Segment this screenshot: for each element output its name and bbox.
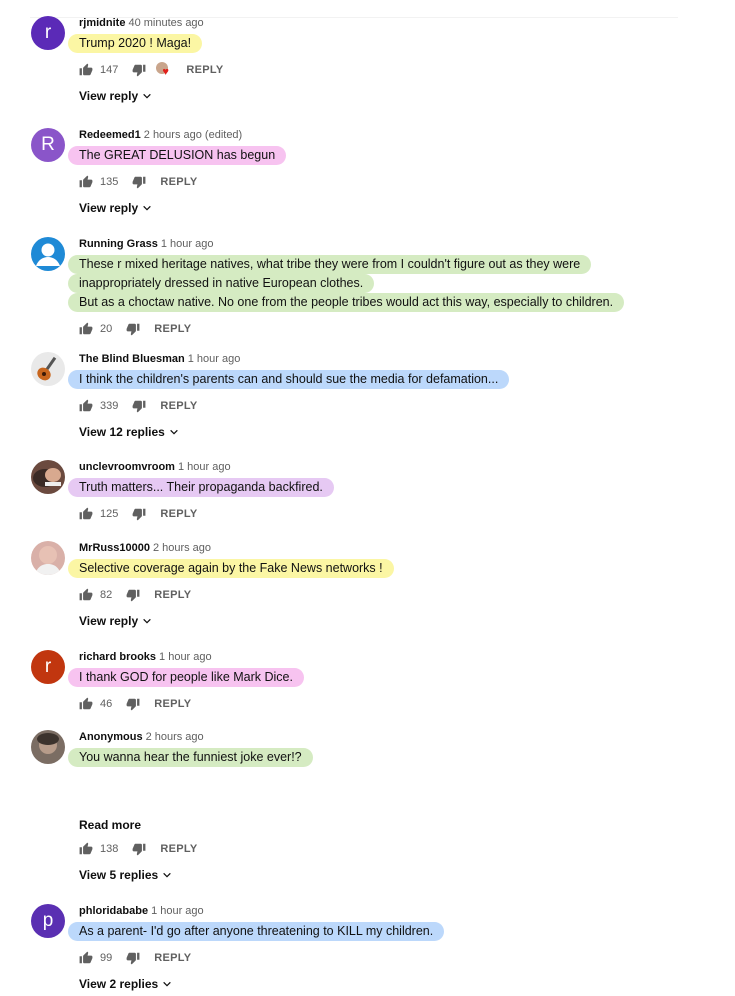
comment-text: I think the children's parents can and s… (68, 370, 510, 389)
timestamp[interactable]: 1 hour ago (161, 238, 214, 250)
photo-avatar-icon (33, 468, 61, 487)
avatar[interactable]: r (31, 16, 65, 50)
comment-text-line: inappropriately dressed in native Europe… (68, 274, 375, 293)
dislike-icon[interactable] (126, 951, 140, 965)
comment-text: Trump 2020 ! Maga! (68, 34, 203, 53)
like-icon[interactable] (79, 322, 93, 336)
reply-button[interactable]: REPLY (160, 508, 197, 520)
like-icon[interactable] (79, 697, 93, 711)
like-count: 82 (100, 589, 113, 601)
reply-button[interactable]: REPLY (154, 698, 191, 710)
comment-text: I thank GOD for people like Mark Dice. (68, 668, 304, 687)
comment-text: Truth matters... Their propaganda backfi… (68, 478, 334, 497)
chevron-down-icon (162, 870, 172, 880)
like-count: 147 (100, 64, 119, 76)
author-name[interactable]: rjmidnite (79, 17, 125, 29)
like-count: 138 (100, 843, 119, 855)
view-replies-button[interactable]: View reply (79, 87, 719, 105)
comment-text: Selective coverage again by the Fake New… (68, 559, 394, 578)
chevron-down-icon (142, 616, 152, 626)
comment-text: You wanna hear the funniest joke ever!? (68, 748, 313, 767)
dislike-icon[interactable] (132, 842, 146, 856)
reply-button[interactable]: REPLY (160, 400, 197, 412)
like-icon[interactable] (79, 507, 93, 521)
author-name[interactable]: Running Grass (79, 238, 158, 250)
like-count: 20 (100, 323, 113, 335)
avatar[interactable] (31, 460, 65, 494)
dislike-icon[interactable] (126, 588, 140, 602)
reply-button[interactable]: REPLY (154, 589, 191, 601)
avatar[interactable] (31, 237, 65, 271)
avatar[interactable]: r (31, 650, 65, 684)
timestamp[interactable]: 1 hour ago (159, 651, 212, 663)
like-count: 339 (100, 400, 119, 412)
author-name[interactable]: unclevroomvroom (79, 461, 175, 473)
dislike-icon[interactable] (132, 175, 146, 189)
avatar[interactable] (31, 541, 65, 575)
photo-avatar-icon (35, 546, 61, 575)
author-name[interactable]: The Blind Bluesman (79, 353, 185, 365)
chevron-down-icon (169, 427, 179, 437)
timestamp[interactable]: 2 hours ago (146, 731, 204, 743)
dislike-icon[interactable] (132, 399, 146, 413)
comment-text-line: But as a choctaw native. No one from the… (68, 293, 625, 312)
chevron-down-icon (142, 203, 152, 213)
like-icon[interactable] (79, 951, 93, 965)
dislike-icon[interactable] (132, 63, 146, 77)
comment-text-line: These r mixed heritage natives, what tri… (68, 255, 592, 274)
like-count: 46 (100, 698, 113, 710)
comment-text: The GREAT DELUSION has begun (68, 146, 287, 165)
timestamp[interactable]: 2 hours ago (153, 542, 211, 554)
view-replies-button[interactable]: View 2 replies (79, 975, 719, 993)
reply-button[interactable]: REPLY (154, 323, 191, 335)
like-icon[interactable] (79, 63, 93, 77)
like-count: 135 (100, 176, 119, 188)
like-icon[interactable] (79, 399, 93, 413)
timestamp[interactable]: 1 hour ago (178, 461, 231, 473)
chevron-down-icon (162, 979, 172, 989)
reply-button[interactable]: REPLY (186, 64, 223, 76)
view-replies-button[interactable]: View 5 replies (79, 866, 719, 884)
dislike-icon[interactable] (132, 507, 146, 521)
guitar-icon (37, 356, 57, 381)
avatar[interactable]: R (31, 128, 65, 162)
dislike-icon[interactable] (126, 697, 140, 711)
comment-text: As a parent- I'd go after anyone threate… (68, 922, 445, 941)
timestamp[interactable]: 1 hour ago (151, 905, 204, 917)
default-user-avatar-icon (36, 243, 60, 266)
timestamp[interactable]: 1 hour ago (188, 353, 241, 365)
author-name[interactable]: phloridababe (79, 905, 148, 917)
timestamp[interactable]: 2 hours ago (edited) (144, 129, 242, 141)
avatar[interactable] (31, 730, 65, 764)
author-name[interactable]: Anonymous (79, 731, 143, 743)
view-replies-button[interactable]: View reply (79, 612, 719, 630)
avatar[interactable] (31, 352, 65, 386)
like-count: 125 (100, 508, 119, 520)
like-icon[interactable] (79, 175, 93, 189)
dislike-icon[interactable] (126, 322, 140, 336)
like-count: 99 (100, 952, 113, 964)
like-icon[interactable] (79, 588, 93, 602)
creator-heart-icon: ♥ (156, 62, 172, 78)
view-replies-button[interactable]: View 12 replies (79, 423, 719, 441)
reply-button[interactable]: REPLY (160, 843, 197, 855)
timestamp[interactable]: 40 minutes ago (128, 17, 203, 29)
avatar[interactable]: p (31, 904, 65, 938)
chevron-down-icon (142, 91, 152, 101)
view-replies-button[interactable]: View reply (79, 199, 719, 217)
author-name[interactable]: MrRuss10000 (79, 542, 150, 554)
read-more-link[interactable]: Read more (79, 818, 719, 832)
like-icon[interactable] (79, 842, 93, 856)
author-name[interactable]: richard brooks (79, 651, 156, 663)
reply-button[interactable]: REPLY (154, 952, 191, 964)
photo-avatar-icon (37, 733, 59, 754)
author-name[interactable]: Redeemed1 (79, 129, 141, 141)
reply-button[interactable]: REPLY (160, 176, 197, 188)
